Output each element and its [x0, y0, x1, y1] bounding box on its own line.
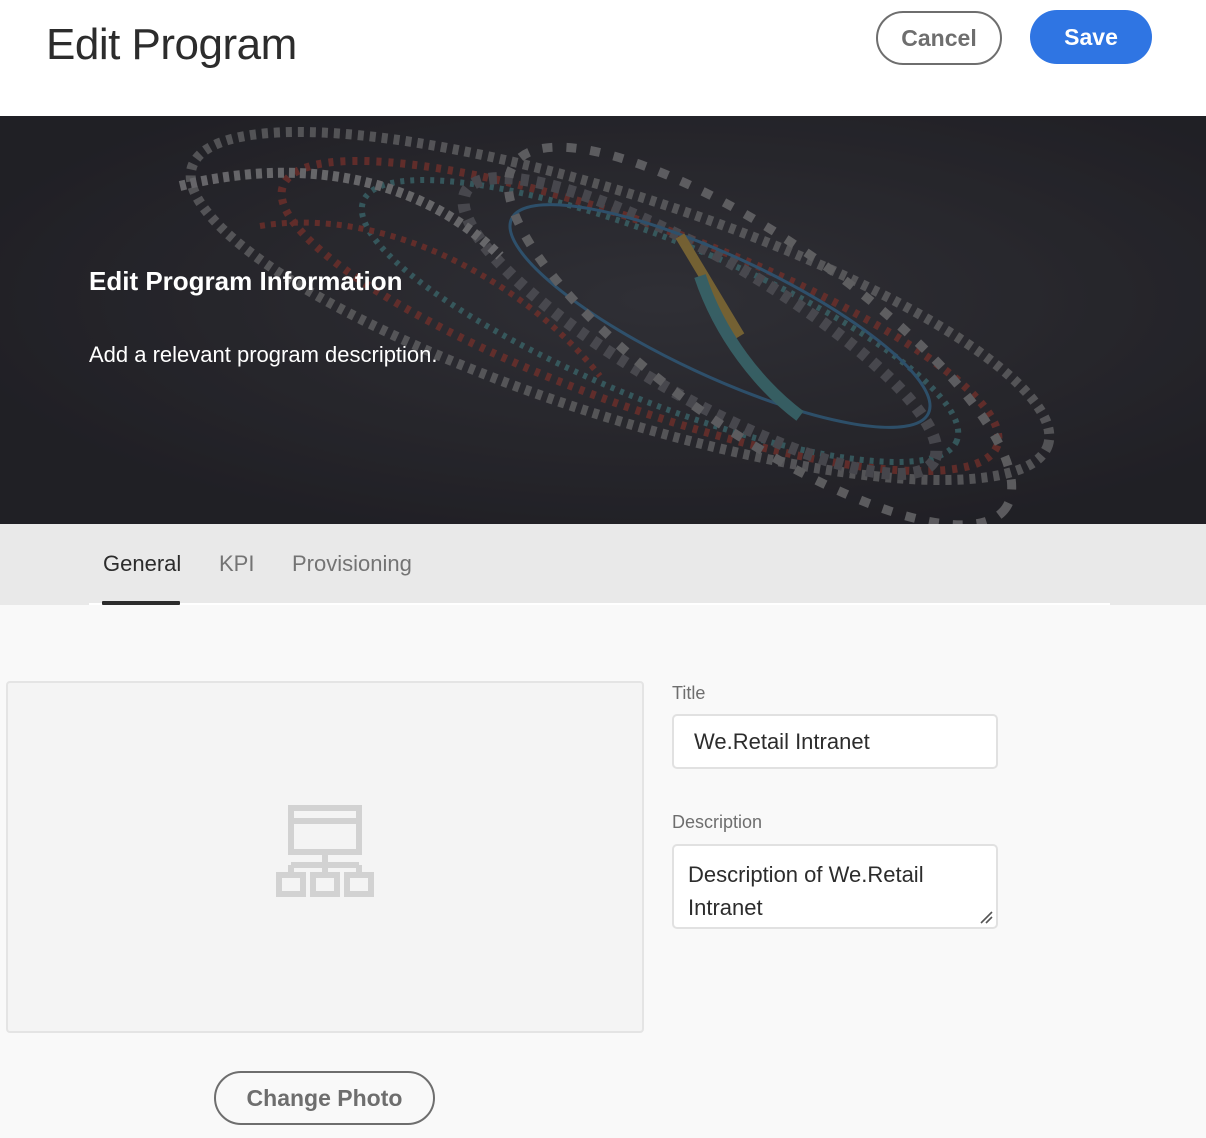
hero-title: Edit Program Information: [89, 266, 403, 296]
description-textarea[interactable]: Description of We.Retail Intranet: [672, 844, 998, 929]
tab-divider: [89, 603, 1110, 605]
cancel-button[interactable]: Cancel: [876, 11, 1002, 65]
hero-subtitle: Add a relevant program description.: [89, 342, 438, 367]
page-title: Edit Program: [46, 20, 297, 69]
title-label: Title: [672, 683, 706, 703]
description-label: Description: [672, 812, 763, 832]
save-button[interactable]: Save: [1030, 10, 1152, 64]
resize-grip-icon[interactable]: [979, 910, 993, 924]
photo-placeholder: [6, 681, 644, 1033]
tab-bar: General KPI Provisioning: [0, 524, 1206, 605]
hero-background-art: [0, 116, 1206, 524]
change-photo-button[interactable]: Change Photo: [214, 1071, 435, 1125]
title-input[interactable]: We.Retail Intranet: [672, 714, 998, 769]
header-bar: Edit Program Cancel Save: [0, 0, 1206, 116]
edit-program-page: Edit Program Cancel Save Edit Program In…: [0, 0, 1206, 1138]
active-tab-indicator: [102, 601, 180, 605]
tab-general[interactable]: General: [103, 551, 181, 577]
description-text: Description of We.Retail Intranet: [688, 862, 924, 920]
tab-kpi[interactable]: KPI: [219, 551, 254, 577]
tab-provisioning[interactable]: Provisioning: [292, 551, 412, 577]
hero-banner: Edit Program Information Add a relevant …: [0, 116, 1206, 524]
site-structure-icon: [276, 805, 374, 897]
